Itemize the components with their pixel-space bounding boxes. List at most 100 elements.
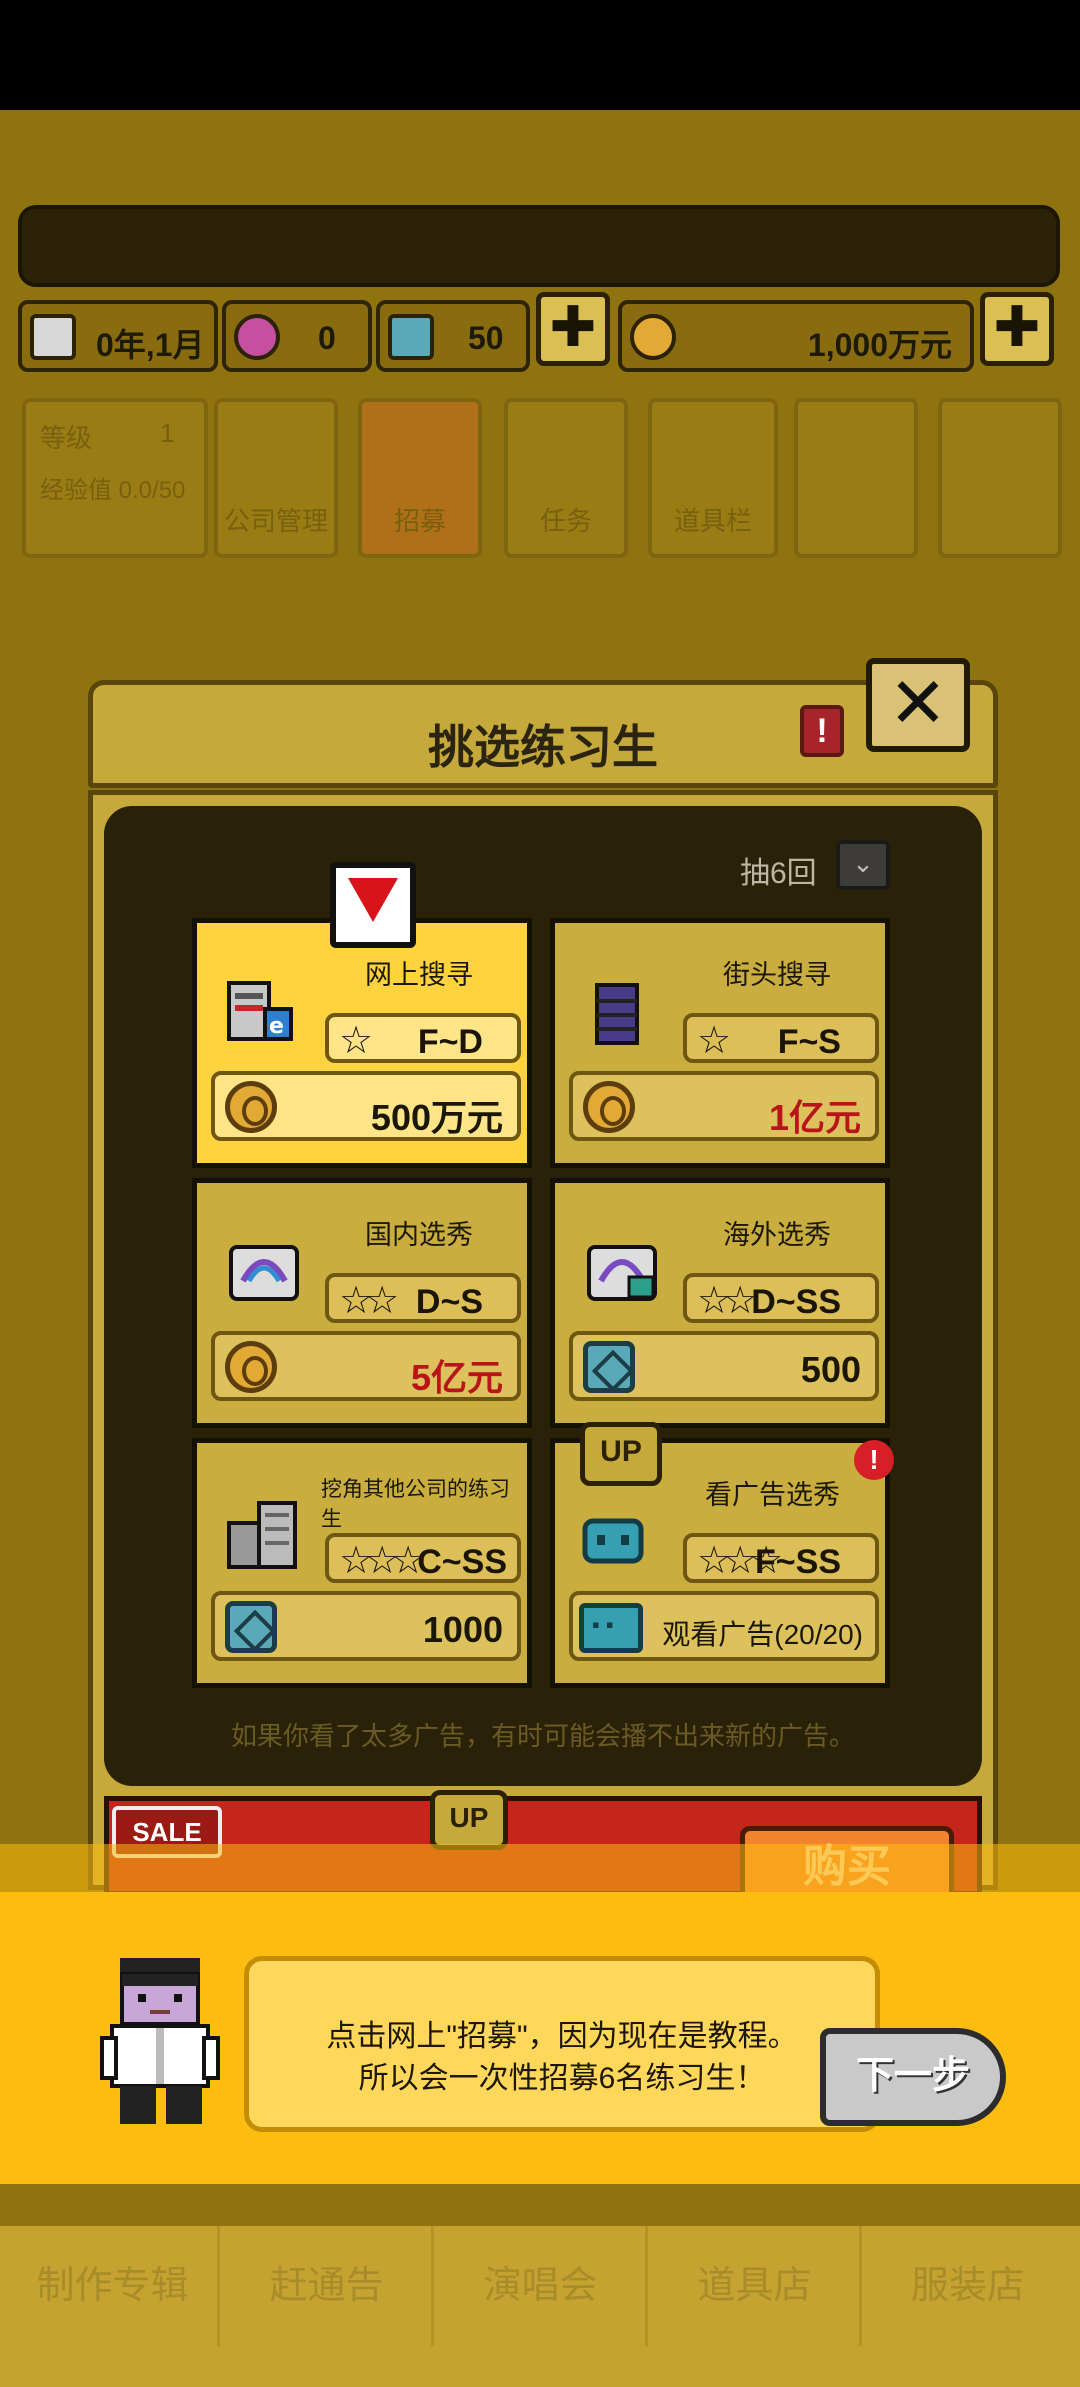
card-title: 海外选秀 — [723, 1220, 831, 1250]
grade-text: D~SS — [751, 1283, 841, 1321]
trash-bin-icon — [583, 973, 655, 1053]
menu-label: 招募 — [393, 506, 446, 536]
status-strip — [0, 0, 1080, 110]
coin-icon — [225, 1081, 277, 1133]
price-box: 5亿元 — [211, 1331, 521, 1401]
gems-value: 50 — [468, 320, 504, 356]
grade-range: ☆ F~S — [683, 1013, 879, 1063]
grade-text: C~SS — [417, 1543, 507, 1581]
gem-icon — [388, 314, 434, 360]
next-step-button[interactable]: 下一步 — [820, 2028, 1006, 2126]
heart-token-icon — [234, 314, 280, 360]
dialog-info-button[interactable]: ! — [800, 705, 844, 757]
ad-alert-icon: ! — [854, 1440, 894, 1480]
menu-slot-5[interactable] — [794, 398, 918, 558]
menu-company-management[interactable]: 公司管理 — [214, 398, 338, 558]
star-icon: ☆☆☆ — [339, 1540, 425, 1582]
dialog-title: 挑选练习生 — [428, 721, 658, 773]
hearts-stat: 0 — [222, 300, 372, 372]
price-text: 1000 — [422, 1609, 503, 1650]
grade-range: ☆☆ D~S — [325, 1273, 521, 1323]
price-text: 5亿元 — [410, 1357, 503, 1398]
tutorial-fade — [0, 1844, 1080, 1892]
price-text: 观看广告(20/20) — [662, 1619, 863, 1650]
date-stat: 0年,1月 — [18, 300, 218, 372]
date-value: 0年,1月 — [96, 327, 205, 363]
price-box: 1亿元 — [569, 1071, 879, 1141]
menu-recruit[interactable]: 招募 — [358, 398, 482, 558]
nav-clothing-shop[interactable]: 服装店 — [862, 2226, 1074, 2346]
ad-ticket-icon — [579, 1603, 643, 1653]
add-gems-button[interactable]: ✚ — [536, 292, 610, 366]
calendar-icon — [30, 314, 76, 360]
card-overseas-audition[interactable]: 海外选秀 ☆☆ D~SS 500 — [550, 1178, 890, 1428]
menu-label: 任务 — [539, 506, 592, 536]
nav-produce-album[interactable]: 制作专辑 — [8, 2226, 220, 2346]
grade-text: F~SS — [755, 1543, 841, 1581]
nav-schedule[interactable]: 赶通告 — [222, 2226, 434, 2346]
monitor-icon — [225, 1233, 299, 1313]
mentor-character — [100, 1952, 224, 2132]
grade-text: F~D — [417, 1023, 483, 1061]
tutorial-text-line1: 点击网上"招募"，因为现在是教程。 — [326, 2020, 798, 2053]
nav-concert[interactable]: 演唱会 — [436, 2226, 648, 2346]
money-stat: 1,000万元 — [618, 300, 974, 372]
draw-count-label: 抽6回 — [740, 857, 817, 890]
price-box: 500 — [569, 1331, 879, 1401]
star-icon: ☆ — [339, 1020, 373, 1062]
gem-icon — [583, 1341, 635, 1393]
selected-marker-icon — [330, 862, 416, 948]
close-button[interactable]: ✕ — [866, 658, 970, 752]
card-title: 看广告选秀 — [705, 1480, 840, 1510]
top-banner — [18, 205, 1060, 287]
price-box: 观看广告(20/20) — [569, 1591, 879, 1661]
price-box: 1000 — [211, 1591, 521, 1661]
menu-slot-6[interactable] — [938, 398, 1062, 558]
globe-monitor-icon — [583, 1233, 657, 1313]
money-value: 1,000万元 — [807, 327, 952, 363]
price-text: 1亿元 — [768, 1097, 861, 1138]
up-badge: UP — [580, 1422, 662, 1486]
menu-label: 公司管理 — [223, 506, 328, 536]
level-panel: 等级 1 经验值 0.0/50 — [22, 398, 208, 558]
price-text: 500万元 — [370, 1097, 503, 1138]
card-street-search[interactable]: 街头搜寻 ☆ F~S 1亿元 — [550, 918, 890, 1168]
tutorial-speech-bubble: 点击网上"招募"，因为现在是教程。 所以会一次性招募6名练习生！ — [244, 1956, 880, 2132]
nav-item-shop[interactable]: 道具店 — [650, 2226, 862, 2346]
svg-text:e: e — [269, 1014, 284, 1039]
grade-range: ☆☆☆ C~SS — [325, 1533, 521, 1583]
card-online-search[interactable]: e 网上搜寻 ☆ F~D 500万元 — [192, 918, 532, 1168]
grade-range: ☆ F~D — [325, 1013, 521, 1063]
level-label: 等级 — [40, 423, 93, 453]
coin-icon — [225, 1341, 277, 1393]
gems-stat: 50 — [376, 300, 530, 372]
coin-icon — [583, 1081, 635, 1133]
menu-inventory[interactable]: 道具栏 — [648, 398, 778, 558]
add-money-button[interactable]: ✚ — [980, 292, 1054, 366]
buildings-icon — [225, 1493, 297, 1573]
card-title: 挖角其他公司的练习生 — [321, 1478, 510, 1531]
dialog-header: 挑选练习生 — [88, 680, 998, 788]
price-text: 500 — [800, 1349, 861, 1390]
tutorial-text-line2: 所以会一次性招募6名练习生！ — [358, 2062, 766, 2095]
coin-icon — [630, 314, 676, 360]
grade-range: ☆☆ D~SS — [683, 1273, 879, 1323]
grade-range: ☆☆☆ F~SS — [683, 1533, 879, 1583]
draw-count-dropdown[interactable]: ⌄ — [836, 840, 890, 890]
ad-note: 如果你看了太多广告，有时可能会播不出来新的广告。 — [230, 1721, 855, 1751]
laptop-icon: e — [225, 973, 297, 1053]
card-title: 国内选秀 — [365, 1220, 473, 1250]
star-icon: ☆☆ — [697, 1280, 757, 1322]
card-title: 网上搜寻 — [365, 960, 473, 990]
grade-text: D~S — [415, 1283, 483, 1321]
card-domestic-audition[interactable]: 国内选秀 ☆☆ D~S 5亿元 — [192, 1178, 532, 1428]
star-icon: ☆☆ — [339, 1280, 399, 1322]
hearts-value: 0 — [318, 320, 336, 356]
grade-text: F~S — [777, 1023, 841, 1061]
card-poach-trainees[interactable]: 挖角其他公司的练习生 ☆☆☆ C~SS 1000 — [192, 1438, 532, 1688]
gem-icon — [225, 1601, 277, 1653]
up-badge: UP — [430, 1790, 508, 1850]
menu-tasks[interactable]: 任务 — [504, 398, 628, 558]
exp-label: 经验值 0.0/50 — [40, 477, 186, 504]
level-value: 1 — [160, 418, 175, 448]
